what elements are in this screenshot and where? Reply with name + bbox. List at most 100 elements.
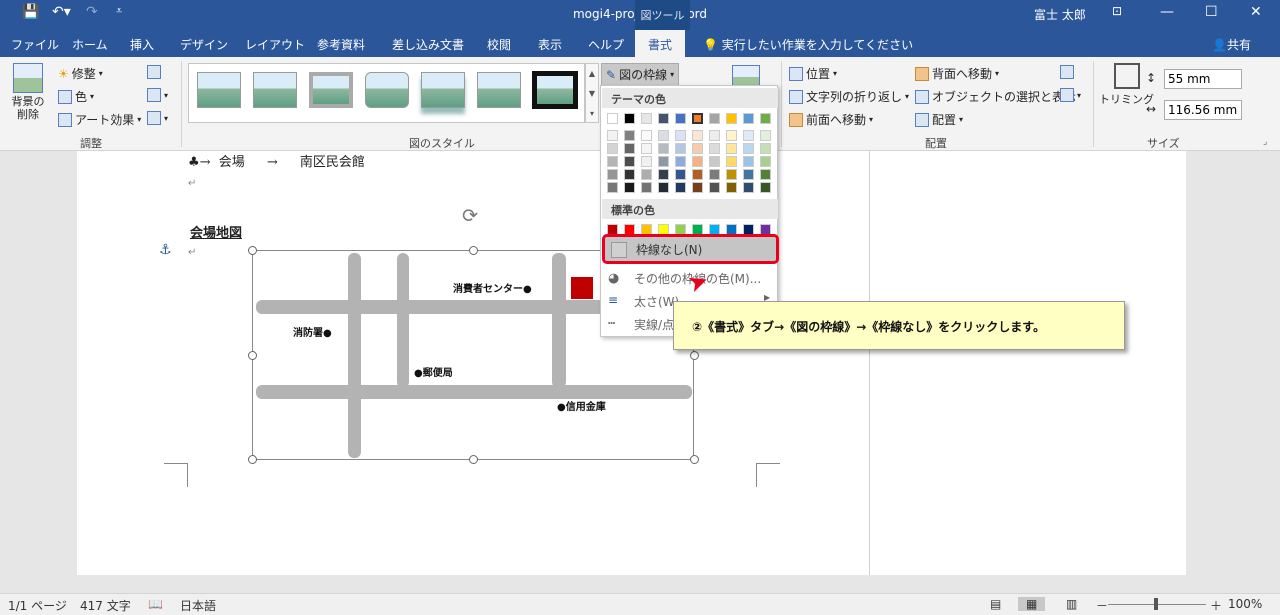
tab-home[interactable]: ホーム <box>72 36 108 53</box>
color-swatch[interactable] <box>692 143 703 154</box>
height-field[interactable] <box>1164 69 1242 89</box>
minimize-icon[interactable]: — <box>1160 4 1174 20</box>
color-swatch[interactable] <box>760 182 771 193</box>
color-swatch[interactable] <box>709 156 720 167</box>
crop-button[interactable]: トリミング <box>1099 63 1154 107</box>
corrections-button[interactable]: ☀ 修整 ▾ <box>58 65 103 82</box>
style-thumbnail[interactable] <box>197 72 241 108</box>
color-swatch[interactable] <box>726 113 737 124</box>
send-backward-button[interactable]: 背面へ移動 ▾ <box>915 65 999 82</box>
zoom-in-icon[interactable]: ＋ <box>1210 597 1222 614</box>
share-button[interactable]: 👤共有 <box>1212 36 1251 53</box>
tab-references[interactable]: 参考資料 <box>317 36 365 53</box>
color-swatch[interactable] <box>743 182 754 193</box>
tab-file[interactable]: ファイル <box>11 36 59 53</box>
color-swatch[interactable] <box>675 182 686 193</box>
remove-background-button[interactable]: 背景の削除 <box>8 63 48 121</box>
style-thumbnail[interactable] <box>309 72 353 108</box>
zoom-level[interactable]: 100% <box>1228 597 1262 611</box>
proofing-icon[interactable]: 📖 <box>148 597 163 611</box>
rotate-icon[interactable]: ▾ <box>1060 88 1081 102</box>
word-count[interactable]: 417 文字 <box>80 597 131 614</box>
color-swatch[interactable] <box>760 130 771 141</box>
gallery-more-icon[interactable]: ▾ <box>586 104 598 124</box>
tab-mailings[interactable]: 差し込み文書 <box>392 36 464 53</box>
color-swatch[interactable] <box>709 113 720 124</box>
position-button[interactable]: 位置 ▾ <box>789 65 837 82</box>
color-swatch[interactable] <box>709 130 720 141</box>
color-swatch[interactable] <box>692 130 703 141</box>
color-swatch[interactable] <box>624 113 635 124</box>
color-swatch[interactable] <box>692 169 703 180</box>
web-layout-icon[interactable]: ▥ <box>1066 597 1077 611</box>
color-swatch[interactable] <box>743 130 754 141</box>
picture-styles-gallery[interactable] <box>188 63 585 123</box>
bring-forward-button[interactable]: 前面へ移動 ▾ <box>789 111 873 128</box>
tab-format[interactable]: 書式 <box>635 30 686 57</box>
color-swatch[interactable] <box>607 143 618 154</box>
color-swatch[interactable] <box>743 156 754 167</box>
color-swatch[interactable] <box>743 113 754 124</box>
color-swatch[interactable] <box>607 113 618 124</box>
resize-handle[interactable] <box>248 246 257 255</box>
read-mode-icon[interactable]: ▤ <box>990 597 1001 611</box>
group-objects-icon[interactable] <box>1060 65 1074 79</box>
color-swatch[interactable] <box>658 143 669 154</box>
color-swatch[interactable] <box>675 143 686 154</box>
no-outline-item[interactable]: 枠線なし(N) <box>602 234 779 264</box>
dialog-launcher-icon[interactable]: ⌟ <box>1263 137 1267 147</box>
rotate-handle-icon[interactable]: ⟳ <box>462 205 478 227</box>
color-button[interactable]: 色 ▾ <box>58 88 94 105</box>
artistic-effects-button[interactable]: アート効果 ▾ <box>58 111 141 128</box>
tab-help[interactable]: ヘルプ <box>588 36 624 53</box>
picture-border-button[interactable]: ✎ 図の枠線 ▾ <box>601 63 680 86</box>
style-thumbnail[interactable] <box>532 71 578 109</box>
color-swatch[interactable] <box>726 182 737 193</box>
color-swatch[interactable] <box>726 143 737 154</box>
color-swatch[interactable] <box>607 169 618 180</box>
color-swatch[interactable] <box>760 169 771 180</box>
maximize-icon[interactable]: ☐ <box>1205 4 1218 20</box>
tab-review[interactable]: 校閲 <box>487 36 511 53</box>
color-swatch[interactable] <box>709 182 720 193</box>
color-swatch[interactable] <box>675 130 686 141</box>
color-swatch[interactable] <box>743 169 754 180</box>
color-swatch[interactable] <box>641 182 652 193</box>
style-thumbnail[interactable] <box>365 72 409 108</box>
color-swatch[interactable] <box>692 156 703 167</box>
tab-view[interactable]: 表示 <box>538 36 562 53</box>
selection-pane-button[interactable]: オブジェクトの選択と表示 <box>915 88 1076 105</box>
color-swatch[interactable] <box>641 143 652 154</box>
zoom-slider-thumb[interactable] <box>1154 598 1158 610</box>
user-name[interactable]: 富士 太郎 <box>1034 6 1086 23</box>
reset-picture-icon[interactable]: ▾ <box>147 111 168 125</box>
color-swatch[interactable] <box>760 156 771 167</box>
color-swatch[interactable] <box>607 182 618 193</box>
color-swatch[interactable] <box>726 169 737 180</box>
color-swatch[interactable] <box>675 169 686 180</box>
resize-handle[interactable] <box>690 455 699 464</box>
resize-handle[interactable] <box>469 455 478 464</box>
zoom-out-icon[interactable]: － <box>1096 597 1108 614</box>
color-swatch[interactable] <box>641 169 652 180</box>
ribbon-display-icon[interactable]: ⊡ <box>1112 4 1122 18</box>
color-swatch[interactable] <box>726 156 737 167</box>
color-swatch[interactable] <box>692 182 703 193</box>
color-swatch[interactable] <box>624 156 635 167</box>
resize-handle[interactable] <box>469 246 478 255</box>
resize-handle[interactable] <box>248 455 257 464</box>
color-swatch[interactable] <box>692 113 703 124</box>
color-swatch[interactable] <box>675 113 686 124</box>
color-swatch[interactable] <box>624 143 635 154</box>
color-swatch[interactable] <box>658 130 669 141</box>
compress-pictures-icon[interactable] <box>147 65 161 79</box>
color-swatch[interactable] <box>658 113 669 124</box>
tab-design[interactable]: デザイン <box>180 36 228 53</box>
color-swatch[interactable] <box>624 182 635 193</box>
color-swatch[interactable] <box>624 169 635 180</box>
color-swatch[interactable] <box>709 143 720 154</box>
scroll-down-icon[interactable]: ▼ <box>586 84 598 104</box>
resize-handle[interactable] <box>690 351 699 360</box>
wrap-text-button[interactable]: 文字列の折り返し ▾ <box>789 88 909 105</box>
color-swatch[interactable] <box>658 169 669 180</box>
